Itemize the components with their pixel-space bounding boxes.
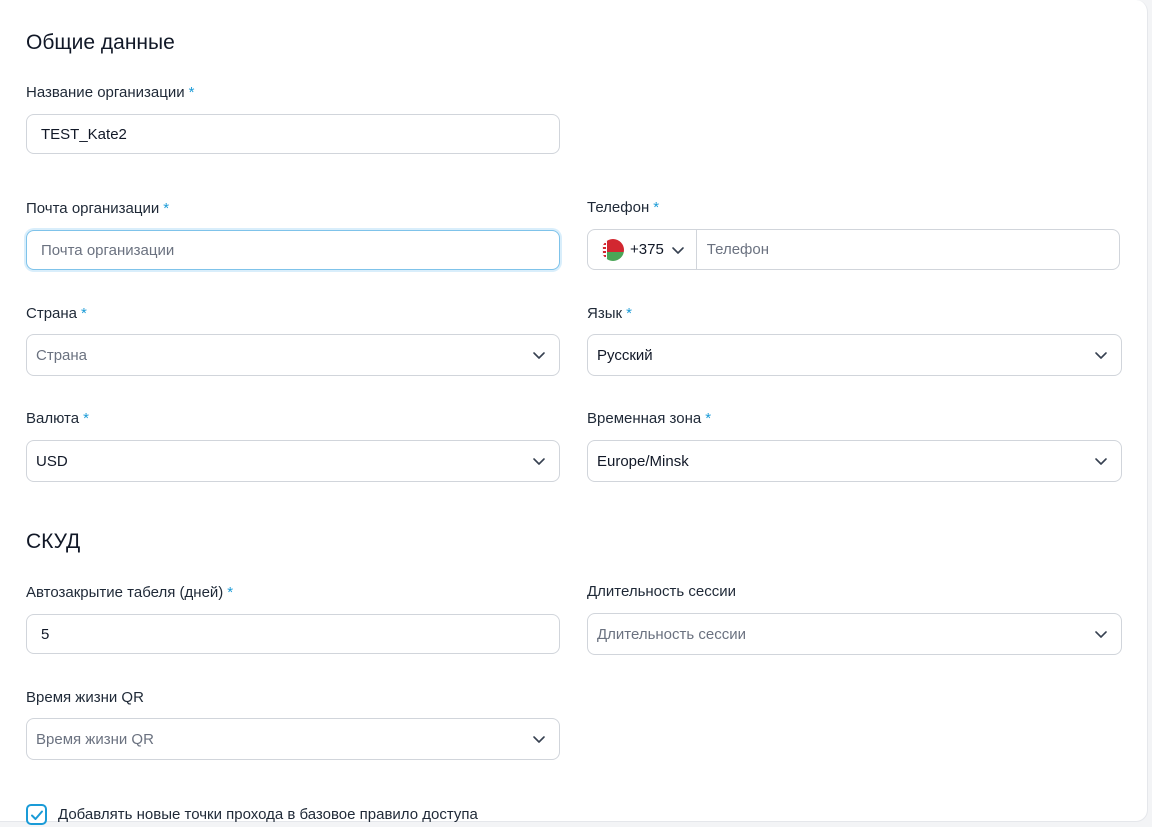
session-select[interactable]: Длительность сессии — [587, 613, 1122, 655]
phone-label: Телефон * — [587, 199, 659, 216]
session-label-text: Длительность сессии — [587, 583, 736, 600]
required-mark: * — [227, 584, 234, 601]
timezone-label: Временная зона * — [587, 410, 711, 427]
org-email-placeholder: Почта организации — [41, 241, 175, 259]
section-title-general: Общие данные — [26, 31, 175, 54]
chevron-down-icon — [533, 458, 545, 465]
phone-field: +375 Телефон — [587, 229, 1120, 270]
currency-label: Валюта * — [26, 410, 89, 427]
country-code-value: +375 — [630, 241, 664, 258]
chevron-down-icon — [1095, 352, 1107, 359]
timezone-select[interactable]: Europe/Minsk — [587, 440, 1122, 482]
section-title-skud: СКУД — [26, 530, 81, 553]
org-name-value: TEST_Kate2 — [41, 125, 127, 143]
required-mark: * — [163, 200, 170, 217]
currency-label-text: Валюта — [26, 410, 80, 427]
check-icon — [30, 810, 43, 820]
org-name-input[interactable]: TEST_Kate2 — [26, 114, 560, 154]
country-label: Страна * — [26, 305, 87, 322]
qr-lifetime-label: Время жизни QR — [26, 689, 144, 706]
chevron-down-icon — [671, 246, 684, 254]
required-mark: * — [626, 305, 632, 322]
add-points-label: Добавлять новые точки прохода в базовое … — [58, 806, 478, 823]
country-placeholder: Страна — [36, 346, 88, 364]
language-value: Русский — [597, 346, 653, 364]
org-name-label-text: Название организации — [26, 84, 185, 101]
org-email-label-text: Почта организации — [26, 200, 160, 217]
language-label-text: Язык — [587, 305, 623, 322]
required-mark: * — [653, 199, 660, 216]
autoclose-label-text: Автозакрытие табеля (дней) — [26, 584, 224, 601]
autoclose-input[interactable]: 5 — [26, 614, 560, 654]
language-select[interactable]: Русский — [587, 334, 1122, 376]
currency-value: USD — [36, 452, 68, 470]
required-mark: * — [705, 410, 712, 427]
country-label-text: Страна — [26, 305, 78, 322]
phone-label-text: Телефон — [587, 199, 650, 216]
country-select[interactable]: Страна — [26, 334, 560, 376]
currency-select[interactable]: USD — [26, 440, 560, 482]
qr-lifetime-select[interactable]: Время жизни QR — [26, 718, 560, 760]
country-code-select[interactable]: +375 — [588, 230, 697, 269]
session-label: Длительность сессии — [587, 583, 736, 600]
phone-input[interactable]: Телефон — [697, 241, 769, 258]
qr-lifetime-placeholder: Время жизни QR — [36, 730, 154, 748]
chevron-down-icon — [533, 352, 545, 359]
timezone-label-text: Временная зона — [587, 410, 702, 427]
required-mark: * — [81, 305, 87, 322]
language-label: Язык * — [587, 305, 632, 322]
org-email-label: Почта организации * — [26, 200, 169, 217]
belarus-flag-icon — [602, 238, 624, 261]
qr-lifetime-label-text: Время жизни QR — [26, 689, 144, 706]
required-mark: * — [83, 410, 89, 427]
autoclose-value: 5 — [41, 625, 50, 643]
chevron-down-icon — [1095, 458, 1107, 465]
autoclose-label: Автозакрытие табеля (дней) * — [26, 584, 233, 601]
add-points-checkbox[interactable] — [26, 804, 47, 825]
timezone-value: Europe/Minsk — [597, 452, 689, 470]
org-email-input[interactable]: Почта организации — [26, 230, 560, 270]
chevron-down-icon — [1095, 631, 1107, 638]
required-mark: * — [188, 84, 195, 101]
chevron-down-icon — [533, 736, 545, 743]
session-placeholder: Длительность сессии — [597, 625, 746, 643]
settings-card: Общие данные Название организации * TEST_… — [0, 0, 1148, 825]
org-name-label: Название организации * — [26, 84, 194, 101]
